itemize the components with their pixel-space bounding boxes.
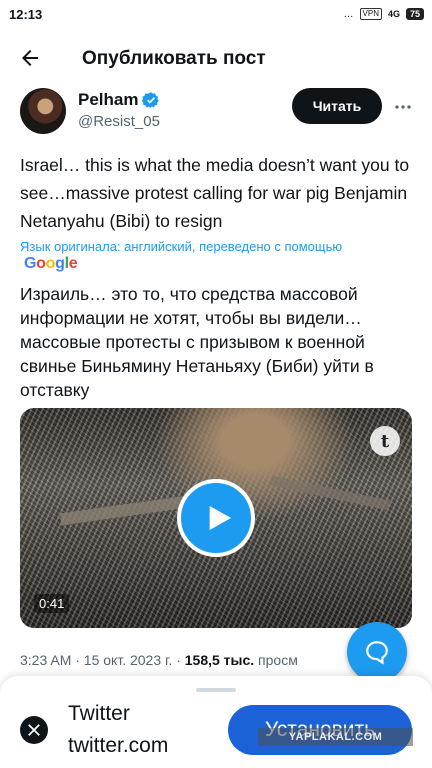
page-title: Опубликовать пост (82, 48, 266, 69)
vpn-badge: VPN (359, 8, 382, 20)
sheet-drag-handle[interactable] (196, 688, 236, 692)
video-player[interactable]: t 0:41 (20, 408, 412, 628)
status-dots: … (343, 8, 354, 20)
battery-icon: 75 (405, 8, 424, 20)
app-domain: twitter.com (68, 734, 169, 757)
app-bar: Опубликовать пост (0, 38, 432, 78)
status-icons: … VPN 4G 75 (344, 8, 424, 20)
author-name[interactable]: Pelham (78, 90, 160, 110)
google-logo: Google (24, 255, 78, 272)
view-label: просм (254, 652, 298, 668)
play-button[interactable] (177, 479, 255, 557)
author-name-label: Pelham (78, 90, 139, 109)
install-app-sheet: Twitter twitter.com Установить (0, 676, 432, 768)
verified-badge-icon (142, 92, 160, 108)
translated-text: Израиль… это то, что средства массовой и… (20, 284, 374, 400)
watermark: YAPLAKAL.COM (258, 728, 413, 746)
follow-button[interactable]: Читать (292, 88, 382, 124)
author-handle[interactable]: @Resist_05 (78, 113, 160, 130)
app-name: Twitter (68, 702, 130, 725)
video-duration: 0:41 (34, 594, 70, 613)
status-bar: 12:13 … VPN 4G 75 (0, 0, 432, 30)
play-icon (209, 506, 231, 530)
tweet-text: Israel… this is what the media doesn’t w… (20, 155, 410, 231)
avatar[interactable] (20, 88, 66, 134)
tweet-timestamp: 3:23 AM · 15 окт. 2023 г. · (20, 652, 185, 668)
x-logo-icon (20, 716, 48, 744)
telegraph-logo-icon: t (370, 426, 400, 456)
reply-fab[interactable] (347, 622, 407, 682)
more-options-icon[interactable] (394, 98, 412, 116)
arrow-left-icon[interactable] (18, 46, 42, 70)
tweet-meta: 3:23 AM · 15 окт. 2023 г. · 158,5 тыс. п… (20, 652, 400, 668)
status-time: 12:13 (9, 7, 43, 22)
video-frame-detail (270, 475, 390, 511)
chat-bubble-icon (366, 641, 388, 665)
x-mark-icon (28, 724, 40, 736)
view-count: 158,5 тыс. (184, 652, 255, 668)
signal-icon: 4G (387, 9, 400, 19)
translation-note[interactable]: Язык оригинала: английский, переведено с… (20, 239, 342, 254)
